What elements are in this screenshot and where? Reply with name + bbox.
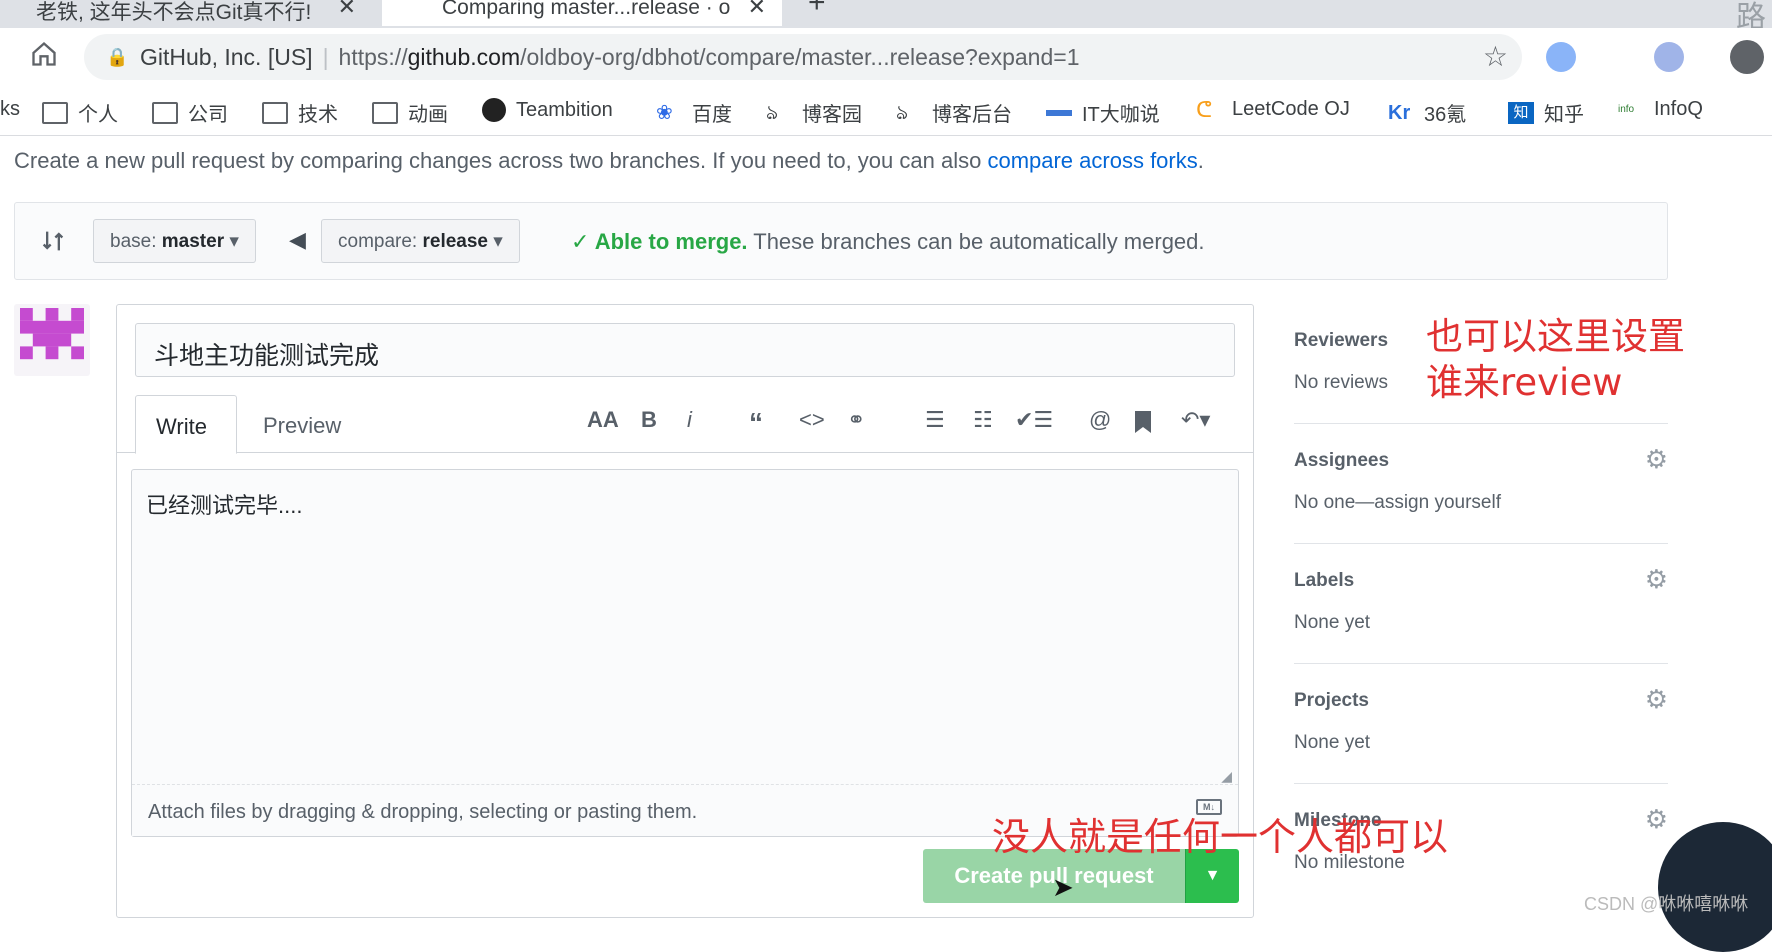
browser-tab-inactive[interactable]: 老铁, 这年头不会点Git真不行! ✕ — [0, 0, 372, 26]
pr-body-textarea[interactable]: 已经测试完毕.... ◢ Attach files by dragging & … — [131, 469, 1239, 837]
sidebar-heading[interactable]: Projects — [1294, 690, 1369, 712]
sidebar-value: No reviews — [1294, 372, 1388, 393]
bookmark-item[interactable]: ᕦ LeetCode OJ — [1196, 98, 1350, 121]
sidebar-value: None yet — [1294, 732, 1371, 753]
sidebar-heading[interactable]: Reviewers — [1294, 330, 1388, 352]
folder-icon — [372, 101, 398, 124]
sidebar-heading[interactable]: Labels — [1294, 570, 1354, 592]
tab-title: Comparing master...release · o — [442, 0, 731, 19]
close-tab-icon[interactable]: ✕ — [748, 0, 766, 20]
task-list-tool-icon[interactable]: ✔☰ — [1015, 407, 1053, 433]
lock-icon: 🔒 — [106, 47, 129, 67]
sidebar-value[interactable]: No one—assign yourself — [1294, 492, 1501, 514]
sidebar-heading[interactable]: Assignees — [1294, 450, 1389, 472]
kr-icon: Kr — [1388, 101, 1411, 124]
leetcode-icon: ᕦ — [1196, 96, 1213, 122]
tab-preview[interactable]: Preview — [243, 395, 361, 454]
new-tab-icon[interactable]: + — [808, 0, 826, 20]
bold-tool-icon[interactable]: B — [641, 407, 657, 433]
code-tool-icon[interactable]: <> — [799, 407, 825, 433]
close-tab-icon[interactable]: ✕ — [338, 0, 356, 20]
sidebar-projects: Projects ⚙ None yet — [1294, 664, 1668, 784]
url-text: GitHub, Inc. [US] | https://github.com/old… — [140, 44, 1080, 70]
arrow-left-icon: ◀ — [289, 227, 306, 252]
mouse-cursor-icon: ➤ — [1052, 872, 1074, 902]
browser-tab-active[interactable]: Comparing master...release · o ✕ — [382, 0, 782, 26]
bookmark-folder[interactable]: 动画 — [372, 98, 448, 127]
sidebar-assignees: Assignees ⚙ No one—assign yourself — [1294, 424, 1668, 544]
cnblogs-icon: ঌ — [766, 101, 779, 124]
bookmark-folder[interactable]: 技术 — [262, 98, 338, 127]
home-icon[interactable] — [30, 40, 58, 68]
ordered-list-tool-icon[interactable]: ☷ — [973, 407, 993, 433]
pr-title-input[interactable]: 斗地主功能测试完成 — [135, 323, 1235, 377]
bookmark-item[interactable]: ❀ 百度 — [656, 98, 732, 127]
browser-toolbar: 🔒 GitHub, Inc. [US] | https://github.com/o… — [0, 28, 1772, 90]
header-tool-icon[interactable]: AA — [587, 407, 619, 433]
mention-tool-icon[interactable]: @ — [1089, 407, 1111, 433]
compare-across-forks-link[interactable]: compare across forks — [987, 148, 1197, 173]
bookmark-item[interactable]: Kr 36氪 — [1388, 98, 1466, 127]
compare-intro: Create a new pull request by comparing c… — [14, 148, 1204, 173]
bookmark-item[interactable]: ks — [0, 98, 20, 121]
gear-icon[interactable]: ⚙ — [1645, 804, 1668, 835]
baidu-icon: ❀ — [656, 101, 673, 124]
gear-icon[interactable]: ⚙ — [1645, 564, 1668, 595]
bookmark-tool-icon[interactable] — [1133, 409, 1153, 435]
cnblogs-icon: ঌ — [896, 101, 909, 124]
zhihu-icon: 知 — [1508, 101, 1534, 124]
reply-tool-icon[interactable]: ↶▾ — [1181, 407, 1210, 433]
bookmark-item[interactable]: ঌ 博客后台 — [896, 98, 1012, 127]
compare-arrows-icon — [42, 231, 64, 251]
bookmark-item[interactable]: Teambition — [482, 98, 613, 122]
profile-avatar-icon[interactable] — [1730, 40, 1764, 74]
quote-tool-icon[interactable]: “ — [749, 407, 763, 439]
link-tool-icon[interactable]: ⚭ — [847, 407, 865, 433]
bookmark-folder[interactable]: 个人 — [42, 98, 118, 127]
corner-decoration — [1658, 822, 1772, 952]
itdakashuo-icon — [1046, 109, 1072, 116]
bookmark-folder[interactable]: 公司 — [152, 98, 228, 127]
avatar — [14, 304, 90, 376]
infoq-icon: info — [1618, 103, 1635, 115]
resize-handle-icon[interactable]: ◢ — [1221, 768, 1232, 785]
bookmark-item[interactable]: IT大咖说 — [1046, 98, 1160, 127]
gear-icon[interactable]: ⚙ — [1645, 444, 1668, 475]
folder-icon — [262, 101, 288, 124]
identicon — [20, 308, 84, 360]
branch-range-editor: base: master ▾ ◀ compare: release ▾ ✓ Ab… — [14, 202, 1668, 280]
tab-title: 老铁, 这年头不会点Git真不行! — [36, 1, 312, 24]
address-bar[interactable]: 🔒 GitHub, Inc. [US] | https://github.com/o… — [84, 34, 1522, 80]
pr-body-text: 已经测试完毕.... — [146, 493, 303, 518]
teambition-icon — [482, 98, 506, 122]
caret-down-icon: ▾ — [229, 231, 239, 252]
gear-icon[interactable]: ⚙ — [1645, 684, 1668, 715]
folder-icon — [152, 101, 178, 124]
base-branch-select[interactable]: base: master ▾ — [93, 219, 256, 263]
translate-extension-icon[interactable] — [1546, 42, 1576, 72]
italic-tool-icon[interactable]: i — [687, 407, 692, 433]
watermark: CSDN @咻咻嘻咻咻 — [1584, 894, 1749, 914]
caret-down-icon: ▾ — [493, 231, 503, 252]
tab-write[interactable]: Write — [135, 395, 237, 454]
bookmark-star-icon[interactable]: ☆ — [1483, 40, 1508, 73]
check-icon: ✓ — [571, 229, 595, 254]
merge-status: ✓ Able to merge. These branches can be a… — [571, 229, 1205, 254]
bookmark-item[interactable]: 知知乎 — [1508, 98, 1584, 127]
editor-tabs: Write Preview AA B i “ <> ⚭ ☰ ☷ ✔☰ @ ↶▾ — [117, 395, 1253, 454]
compare-branch-select[interactable]: compare: release ▾ — [321, 219, 520, 263]
attach-files-text: Attach files by dragging & dropping, sel… — [148, 801, 698, 823]
bookmark-item[interactable]: info InfoQ — [1618, 98, 1703, 121]
sidebar-labels: Labels ⚙ None yet — [1294, 544, 1668, 664]
unordered-list-tool-icon[interactable]: ☰ — [925, 407, 945, 433]
adblock-extension-icon[interactable]: ABP — [1600, 42, 1630, 72]
browser-tab-strip: 老铁, 这年头不会点Git真不行! ✕ Comparing master...r… — [0, 0, 1772, 34]
extension-icon[interactable] — [1654, 42, 1684, 72]
create-annotation: 没人就是任何一个人都可以 — [992, 815, 1449, 859]
sidebar-value: None yet — [1294, 612, 1371, 633]
bookmark-item[interactable]: ঌ 博客园 — [766, 98, 862, 127]
bookmarks-bar: ks 个人 公司 技术 动画 Teambition ❀ 百度 ঌ 博客园 ঌ 博客后台… — [0, 90, 1772, 136]
reviewers-annotation: 也可以这里设置 谁来review — [1426, 315, 1685, 404]
folder-icon — [42, 101, 68, 124]
